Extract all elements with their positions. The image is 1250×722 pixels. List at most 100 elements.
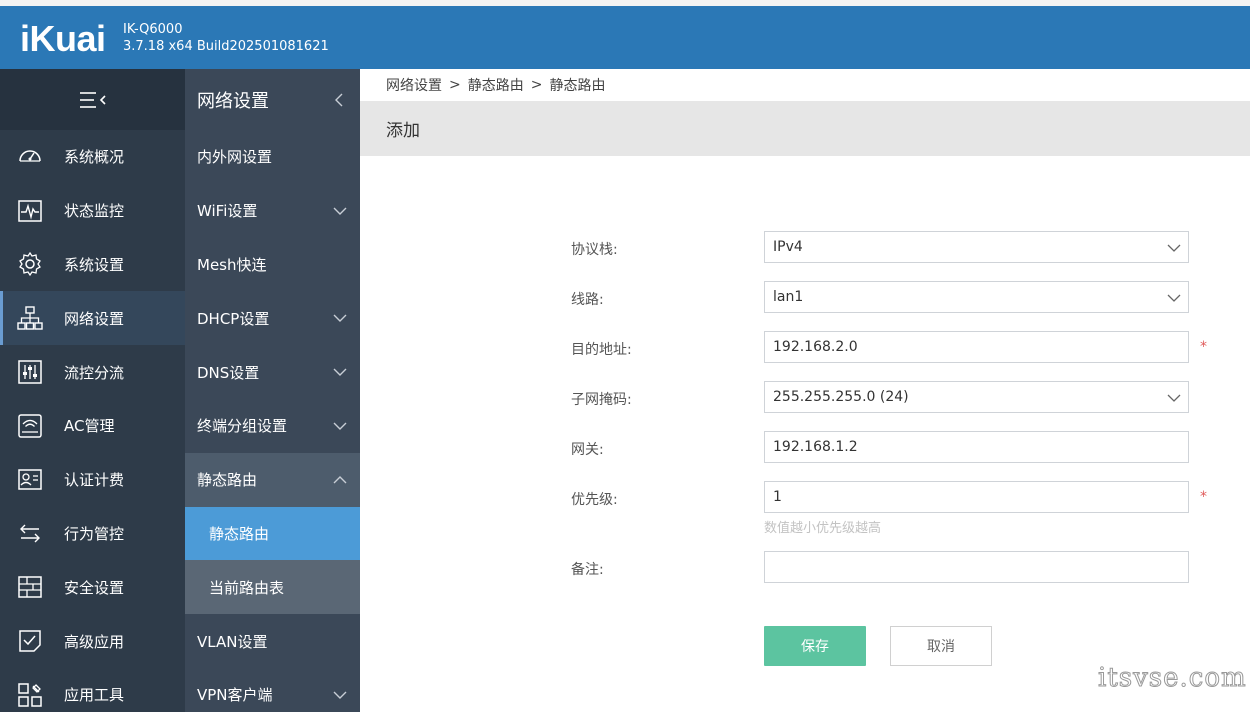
sidebar-item-label: 状态监控 [64, 202, 125, 221]
mask-value: 255.255.255.0 (24) [773, 389, 909, 405]
priority-input[interactable]: 1 [764, 481, 1189, 513]
sidebar-item-label: 高级应用 [64, 632, 125, 651]
subnav-item-label: DHCP设置 [197, 309, 270, 328]
transfer-arrows-icon [16, 519, 44, 547]
sidebar-item-overview[interactable]: 系统概况 [0, 130, 185, 184]
chevron-down-icon [332, 310, 348, 326]
tools-grid-icon [16, 681, 44, 709]
checklist-icon [16, 627, 44, 655]
save-button[interactable]: 保存 [764, 626, 866, 666]
network-topology-icon [16, 304, 44, 332]
sidebar-item-label: 安全设置 [64, 578, 125, 597]
subnav-item-mesh[interactable]: Mesh快连 [185, 238, 360, 292]
sidebar-item-auth-billing[interactable]: 认证计费 [0, 453, 185, 507]
subnav-item-static-route-group[interactable]: 静态路由 [185, 452, 360, 507]
subnav-title: 网络设置 [197, 90, 269, 112]
subnav-item-dns[interactable]: DNS设置 [185, 345, 360, 399]
protocol-select[interactable]: IPv4 [764, 231, 1189, 263]
gear-icon [16, 250, 44, 278]
sliders-icon [16, 358, 44, 386]
sidebar-item-label: 应用工具 [64, 686, 125, 705]
sidebar-item-monitor[interactable]: 状态监控 [0, 184, 185, 238]
sidebar-item-network-settings[interactable]: 网络设置 [0, 291, 185, 346]
subnav-child-route-table[interactable]: 当前路由表 [185, 560, 360, 615]
subnav-item-label: DNS设置 [197, 363, 260, 382]
chevron-down-icon [1166, 290, 1182, 306]
line-label: 线路: [571, 292, 604, 308]
primary-sidebar: 系统概况 状态监控 系统设置 网络设置 流控分流 AC管理 认证计费 行为管控 … [0, 69, 185, 712]
sidebar-item-tools[interactable]: 应用工具 [0, 668, 185, 722]
firewall-icon [16, 573, 44, 601]
dest-address-input[interactable]: 192.168.2.0 [764, 331, 1189, 363]
main-content: 网络设置 > 静态路由 > 静态路由 添加 协议栈: IPv4 线路: lan1… [360, 69, 1250, 712]
monitor-pulse-icon [16, 197, 44, 225]
subnav-item-terminal-groups[interactable]: 终端分组设置 [185, 399, 360, 453]
firmware-build: 3.7.18 x64 Build202501081621 [123, 39, 329, 54]
priority-label: 优先级: [571, 492, 618, 508]
sidebar-item-flow-control[interactable]: 流控分流 [0, 345, 185, 399]
protocol-label: 协议栈: [571, 242, 618, 258]
line-value: lan1 [773, 289, 804, 305]
required-marker: * [1200, 339, 1207, 355]
line-select[interactable]: lan1 [764, 281, 1189, 313]
subnav-item-label: 当前路由表 [209, 578, 285, 597]
gateway-label: 网关: [571, 442, 604, 458]
gateway-value: 192.168.1.2 [773, 439, 858, 455]
chevron-down-icon [332, 203, 348, 219]
chevron-down-icon [332, 364, 348, 380]
sidebar-item-label: AC管理 [64, 417, 115, 436]
active-indicator [0, 291, 3, 346]
chevron-up-icon [332, 472, 348, 488]
sidebar-item-label: 行为管控 [64, 524, 125, 543]
sidebar-item-label: 系统设置 [64, 255, 125, 274]
subnav-item-wan-lan[interactable]: 内外网设置 [185, 130, 360, 184]
breadcrumb-item[interactable]: 网络设置 [386, 75, 442, 95]
remark-input[interactable] [764, 551, 1189, 583]
form-row-protocol: 协议栈: IPv4 [360, 231, 1250, 265]
sidebar-item-ac-management[interactable]: AC管理 [0, 399, 185, 453]
subnav-item-vpn-client[interactable]: VPN客户端 [185, 668, 360, 722]
subnav-item-label: 静态路由 [197, 471, 258, 490]
priority-value: 1 [773, 489, 782, 505]
chevron-down-icon [332, 418, 348, 434]
subnet-mask-select[interactable]: 255.255.255.0 (24) [764, 381, 1189, 413]
id-card-icon [16, 466, 44, 494]
subnav-item-label: VPN客户端 [197, 686, 273, 705]
subnav-item-vlan[interactable]: VLAN设置 [185, 614, 360, 668]
sidebar-item-label: 系统概况 [64, 148, 125, 167]
gateway-input[interactable]: 192.168.1.2 [764, 431, 1189, 463]
breadcrumb-item[interactable]: 静态路由 [549, 75, 605, 95]
sidebar-item-advanced[interactable]: 高级应用 [0, 614, 185, 668]
dashboard-gauge-icon [16, 143, 44, 171]
sidebar-item-label: 流控分流 [64, 363, 125, 382]
sidebar-item-security[interactable]: 安全设置 [0, 560, 185, 614]
form-row-remark: 备注: [360, 551, 1250, 585]
dest-value: 192.168.2.0 [773, 339, 858, 355]
form-row-line: 线路: lan1 [360, 281, 1250, 315]
form-row-dest: 目的地址: 192.168.2.0 * [360, 331, 1250, 365]
breadcrumb: 网络设置 > 静态路由 > 静态路由 [360, 69, 1250, 101]
watermark: itsvse.com [1098, 663, 1247, 694]
cancel-button[interactable]: 取消 [890, 626, 992, 666]
sidebar-item-label: 网络设置 [64, 309, 125, 328]
subnav-item-label: WiFi设置 [197, 202, 258, 221]
form-row-priority: 优先级: 1 * 数值越小优先级越高 [360, 481, 1250, 536]
chevron-left-icon[interactable] [332, 92, 348, 108]
sidebar-item-behavior-control[interactable]: 行为管控 [0, 507, 185, 561]
subnav-item-dhcp[interactable]: DHCP设置 [185, 291, 360, 345]
subnav-item-label: 静态路由 [209, 524, 270, 543]
sidebar-item-label: 认证计费 [64, 471, 125, 490]
subnav-item-label: VLAN设置 [197, 632, 268, 651]
subnav-item-wifi[interactable]: WiFi设置 [185, 184, 360, 238]
menu-collapse-icon[interactable] [76, 88, 110, 112]
sidebar-item-system-settings[interactable]: 系统设置 [0, 238, 185, 292]
chevron-down-icon [1166, 390, 1182, 406]
breadcrumb-item[interactable]: 静态路由 [468, 75, 524, 95]
priority-hint: 数值越小优先级越高 [764, 521, 882, 536]
subnav-header: 网络设置 [185, 69, 360, 130]
subnav-item-label: 终端分组设置 [197, 417, 288, 436]
wifi-router-icon [16, 412, 44, 440]
ikuai-logo: iKuai [20, 18, 106, 59]
subnav-child-static-route[interactable]: 静态路由 [185, 506, 360, 561]
sidebar-toggle-area [0, 69, 185, 130]
